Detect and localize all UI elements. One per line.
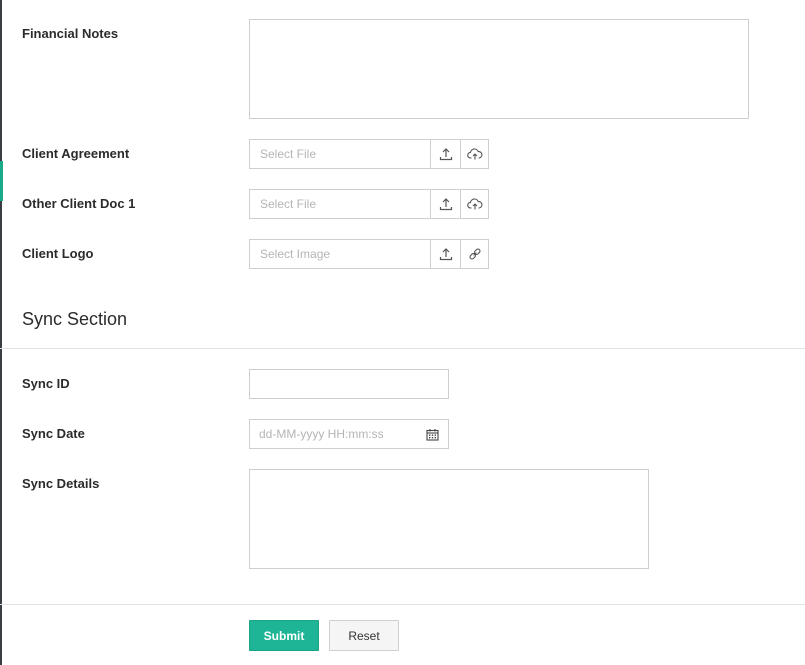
sidebar-edge [0,0,2,665]
client-logo-link-button[interactable] [460,240,489,268]
reset-button[interactable]: Reset [329,620,399,651]
sync-details-label: Sync Details [22,476,100,491]
upload-icon [439,248,452,261]
link-icon [469,248,481,260]
upload-icon [439,148,452,161]
other-client-doc-label: Other Client Doc 1 [22,196,136,211]
client-agreement-file-picker: Select File [249,139,489,169]
other-client-doc-cloud-button[interactable] [460,190,489,218]
client-agreement-upload-button[interactable] [431,140,460,168]
client-logo-label: Client Logo [22,246,94,261]
client-agreement-cloud-button[interactable] [460,140,489,168]
client-logo-upload-button[interactable] [431,240,460,268]
section-divider [0,348,805,349]
sync-date-input[interactable]: dd-MM-yyyy HH:mm:ss [249,419,449,449]
cloud-upload-icon [467,198,483,210]
cloud-upload-icon [467,148,483,160]
sync-date-label: Sync Date [22,426,85,441]
sync-date-placeholder: dd-MM-yyyy HH:mm:ss [259,427,384,441]
other-client-doc-file-input[interactable]: Select File [250,190,431,218]
calendar-icon[interactable] [426,428,439,441]
client-logo-image-picker: Select Image [249,239,489,269]
sync-details-textarea[interactable] [249,469,649,569]
active-indicator [0,161,3,201]
financial-notes-label: Financial Notes [22,26,119,41]
footer-divider [0,604,805,605]
client-agreement-label: Client Agreement [22,146,130,161]
other-client-doc-upload-button[interactable] [431,190,460,218]
upload-icon [439,198,452,211]
financial-notes-textarea[interactable] [249,19,749,119]
sync-id-label: Sync ID [22,376,70,391]
client-logo-image-input[interactable]: Select Image [250,240,431,268]
submit-button[interactable]: Submit [249,620,319,651]
client-agreement-file-input[interactable]: Select File [250,140,431,168]
sync-section-title: Sync Section [22,309,128,329]
sync-id-input[interactable] [249,369,449,399]
form-page: Financial Notes Client Agreement Select … [0,0,805,665]
other-client-doc-file-picker: Select File [249,189,489,219]
